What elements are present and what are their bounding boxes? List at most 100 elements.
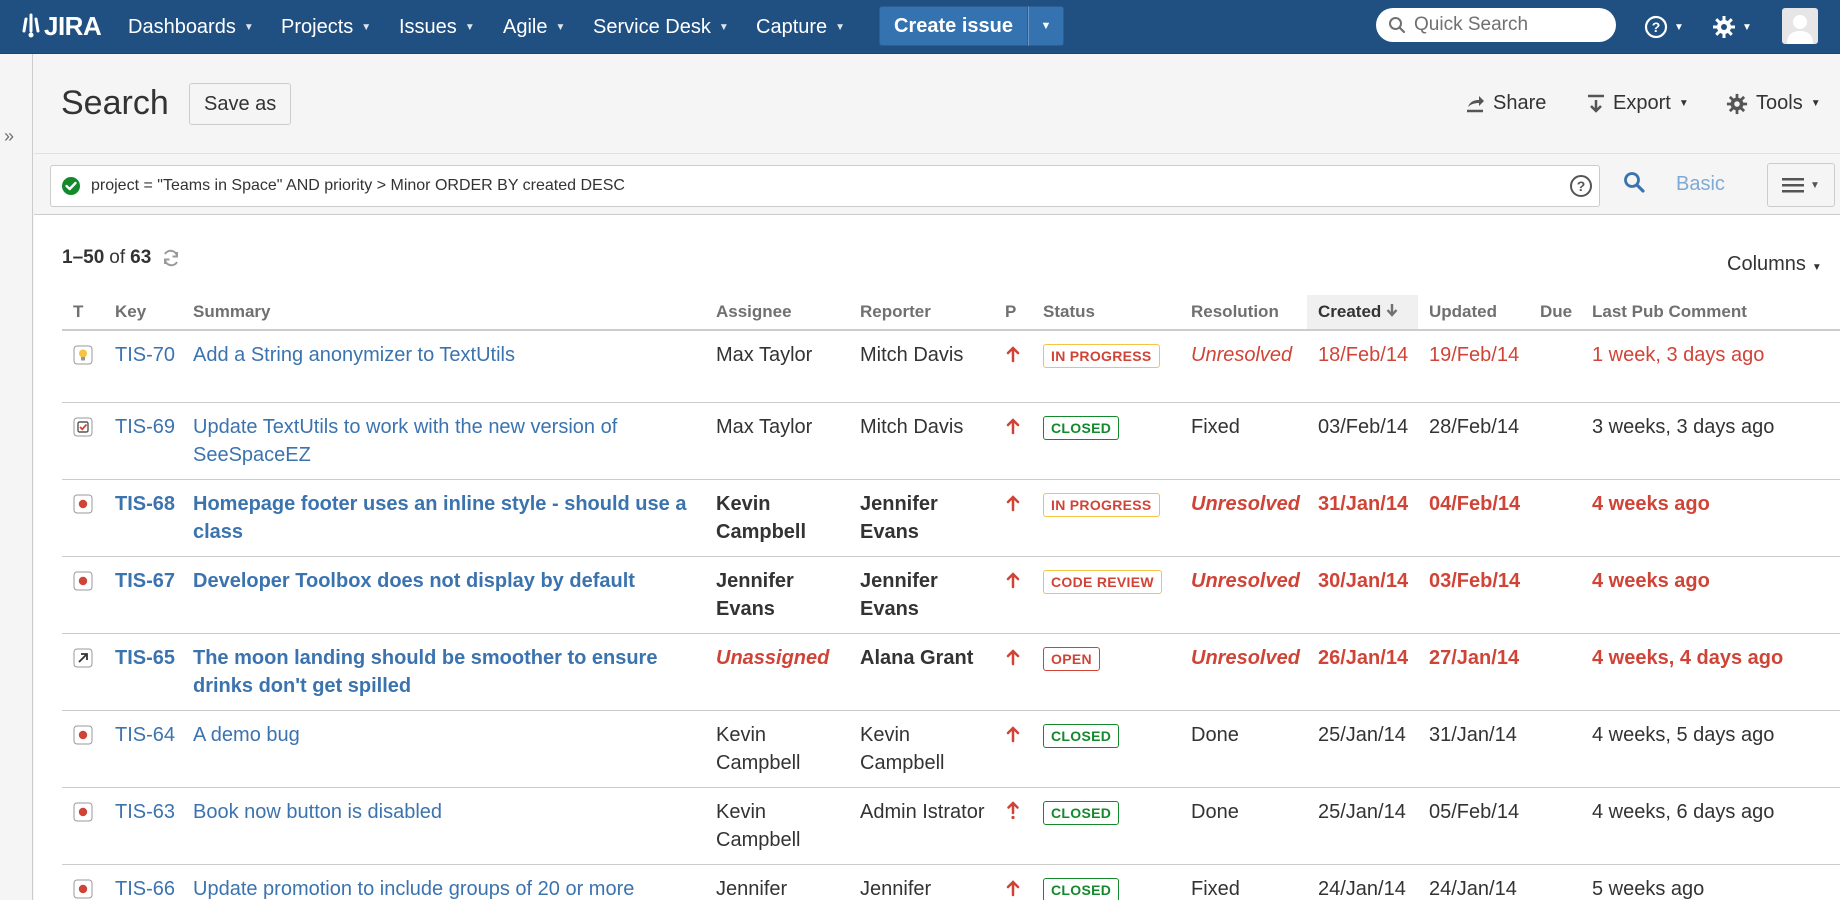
help-menu[interactable]: ? ▼ xyxy=(1644,0,1684,54)
columns-label: Columns xyxy=(1727,253,1806,275)
updated-cell: 28/Feb/14 xyxy=(1418,402,1529,480)
table-row[interactable]: TIS-65 The moon landing should be smoothe… xyxy=(62,633,1840,711)
jira-logo-text: JIRA xyxy=(44,10,102,41)
issue-key-cell: TIS-66 xyxy=(104,864,182,900)
issue-key-link[interactable]: TIS-70 xyxy=(115,344,175,366)
page-title: Search xyxy=(61,84,169,122)
reporter-cell: Mitch Davis xyxy=(849,330,994,403)
status-badge: CODE REVIEW xyxy=(1043,569,1162,594)
create-issue-button[interactable]: Create issue xyxy=(879,6,1028,46)
jql-query-input[interactable]: project = "Teams in Space" AND priority … xyxy=(50,165,1600,207)
created-cell: 26/Jan/14 xyxy=(1307,633,1418,711)
created-cell: 31/Jan/14 xyxy=(1307,479,1418,557)
issue-summary-link[interactable]: Homepage footer uses an inline style - s… xyxy=(193,493,686,543)
column-header-resolution[interactable]: Resolution xyxy=(1180,295,1307,331)
column-header-updated[interactable]: Updated xyxy=(1418,295,1529,331)
bug-type-icon xyxy=(73,802,93,830)
table-row[interactable]: TIS-66 Update promotion to include groups… xyxy=(62,864,1840,900)
column-header-type[interactable]: T xyxy=(62,295,104,331)
column-header-assignee[interactable]: Assignee xyxy=(705,295,849,331)
reporter-cell: Kevin Campbell xyxy=(849,710,994,788)
issue-key-link[interactable]: TIS-65 xyxy=(115,647,175,669)
nav-service-desk[interactable]: Service Desk ▼ xyxy=(593,0,729,54)
issue-key-link[interactable]: TIS-69 xyxy=(115,416,175,438)
jql-search-button[interactable] xyxy=(1623,171,1645,199)
export-button[interactable]: Export ▼ xyxy=(1587,92,1689,115)
chevron-down-icon: ▼ xyxy=(361,21,372,33)
nav-projects[interactable]: Projects ▼ xyxy=(281,0,371,54)
save-as-button[interactable]: Save as xyxy=(189,83,292,125)
issue-summary-link[interactable]: Add a String anonymizer to TextUtils xyxy=(193,344,515,366)
column-header-last-comment[interactable]: Last Pub Comment xyxy=(1581,295,1840,331)
nav-projects-label: Projects xyxy=(281,15,354,38)
refresh-icon[interactable] xyxy=(161,248,181,268)
assignee-cell: Jennifer Evans xyxy=(705,864,849,900)
nav-capture[interactable]: Capture ▼ xyxy=(756,0,845,54)
columns-button[interactable]: Columns ▼ xyxy=(1727,253,1822,276)
reporter-cell: Jennifer Evans xyxy=(849,864,994,900)
tools-label: Tools xyxy=(1756,92,1803,114)
column-header-priority[interactable]: P xyxy=(994,295,1032,331)
expand-sidebar-icon[interactable]: » xyxy=(4,126,14,147)
tools-button[interactable]: Tools ▼ xyxy=(1726,92,1821,115)
status-cell: CLOSED xyxy=(1032,864,1180,900)
create-issue-group: Create issue ▼ xyxy=(879,6,1064,46)
reporter-cell: Mitch Davis xyxy=(849,402,994,480)
issue-summary-link[interactable]: A demo bug xyxy=(193,724,300,746)
gear-icon xyxy=(1713,16,1735,38)
table-row[interactable]: TIS-68 Homepage footer uses an inline sty… xyxy=(62,479,1840,557)
subtask-type-icon xyxy=(73,648,93,676)
issue-summary-link[interactable]: Update TextUtils to work with the new ve… xyxy=(193,416,617,466)
jql-help-button[interactable]: ? xyxy=(1569,174,1593,204)
reporter-cell: Jennifer Evans xyxy=(849,556,994,634)
issue-key-link[interactable]: TIS-66 xyxy=(115,878,175,900)
issue-summary-cell: Add a String anonymizer to TextUtils xyxy=(182,330,705,403)
table-row[interactable]: TIS-67 Developer Toolbox does not display… xyxy=(62,556,1840,634)
column-header-due[interactable]: Due xyxy=(1529,295,1581,331)
issue-summary-link[interactable]: Book now button is disabled xyxy=(193,801,442,823)
share-button[interactable]: Share xyxy=(1465,92,1546,115)
quick-search-input[interactable]: Quick Search xyxy=(1376,8,1616,42)
table-row[interactable]: TIS-70 Add a String anonymizer to TextUti… xyxy=(62,330,1840,403)
last-comment-cell: 3 weeks, 3 days ago xyxy=(1581,402,1840,480)
page-header: Search Save as Share Export ▼ Tools ▼ xyxy=(34,54,1840,154)
basic-mode-link[interactable]: Basic xyxy=(1676,173,1725,196)
column-header-key[interactable]: Key xyxy=(104,295,182,331)
layout-menu-button[interactable]: ▼ xyxy=(1767,163,1835,207)
issue-key-link[interactable]: TIS-67 xyxy=(115,570,175,592)
top-navigation-bar: JIRA Dashboards ▼ Projects ▼ Issues ▼ Agile… xyxy=(0,0,1840,54)
created-cell: 25/Jan/14 xyxy=(1307,710,1418,788)
updated-cell: 24/Jan/14 xyxy=(1418,864,1529,900)
table-row[interactable]: TIS-64 A demo bug Kevin Campbell Kevin Camp… xyxy=(62,710,1840,788)
user-avatar[interactable] xyxy=(1782,8,1818,44)
nav-dashboards[interactable]: Dashboards ▼ xyxy=(128,0,254,54)
column-header-created[interactable]: Created xyxy=(1307,295,1418,331)
due-cell xyxy=(1529,633,1581,711)
last-comment-cell: 4 weeks, 6 days ago xyxy=(1581,787,1840,865)
jql-bar: project = "Teams in Space" AND priority … xyxy=(34,153,1840,215)
issue-key-link[interactable]: TIS-68 xyxy=(115,493,175,515)
issue-summary-link[interactable]: The moon landing should be smoother to e… xyxy=(193,647,657,697)
settings-menu[interactable]: ▼ xyxy=(1712,0,1752,54)
help-icon: ? xyxy=(1570,175,1592,197)
issue-key-link[interactable]: TIS-63 xyxy=(115,801,175,823)
issue-summary-link[interactable]: Update promotion to include groups of 20… xyxy=(193,878,634,900)
issue-key-cell: TIS-63 xyxy=(104,787,182,865)
created-cell: 24/Jan/14 xyxy=(1307,864,1418,900)
table-row[interactable]: TIS-63 Book now button is disabled Kevin C… xyxy=(62,787,1840,865)
jira-logo[interactable]: JIRA xyxy=(20,8,102,44)
column-header-summary[interactable]: Summary xyxy=(182,295,705,331)
reporter-cell: Alana Grant xyxy=(849,633,994,711)
issue-key-link[interactable]: TIS-64 xyxy=(115,724,175,746)
issue-summary-link[interactable]: Developer Toolbox does not display by de… xyxy=(193,570,635,592)
status-cell: CODE REVIEW xyxy=(1032,556,1180,634)
column-header-status[interactable]: Status xyxy=(1032,295,1180,331)
table-row[interactable]: TIS-69 Update TextUtils to work with the … xyxy=(62,402,1840,480)
nav-agile[interactable]: Agile ▼ xyxy=(503,0,565,54)
nav-issues[interactable]: Issues ▼ xyxy=(399,0,475,54)
share-icon xyxy=(1467,95,1484,112)
column-header-reporter[interactable]: Reporter xyxy=(849,295,994,331)
create-issue-dropdown-button[interactable]: ▼ xyxy=(1027,6,1064,46)
task-type-icon xyxy=(73,417,93,445)
resolution-cell: Unresolved xyxy=(1180,479,1307,557)
